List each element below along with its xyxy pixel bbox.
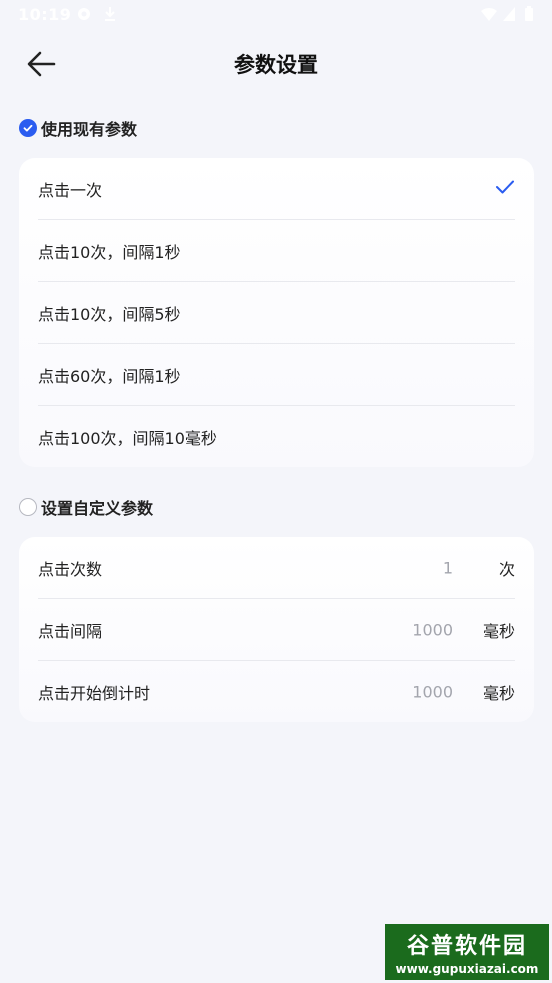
option-label: 点击100次，间隔10毫秒 xyxy=(38,428,217,448)
checkmark-icon xyxy=(495,179,515,199)
click-count-field[interactable]: 点击次数 1 次 xyxy=(38,537,515,598)
field-unit: 毫秒 xyxy=(482,683,515,703)
click-interval-field[interactable]: 点击间隔 1000 毫秒 xyxy=(38,598,515,660)
option-label: 点击60次，间隔1秒 xyxy=(38,366,181,386)
field-label: 点击开始倒计时 xyxy=(38,683,151,703)
status-time: 10:19 xyxy=(18,5,72,24)
start-countdown-field[interactable]: 点击开始倒计时 1000 毫秒 xyxy=(38,660,515,722)
field-unit: 毫秒 xyxy=(482,621,515,641)
watermark-brand: 谷普软件园 xyxy=(406,934,527,959)
preset-option-10x-1s[interactable]: 点击10次，间隔1秒 xyxy=(38,219,515,281)
field-label: 点击次数 xyxy=(38,559,103,579)
download-status-icon xyxy=(103,6,117,26)
status-bar: 10:19 xyxy=(0,0,552,30)
field-unit: 次 xyxy=(498,559,515,579)
field-label: 点击间隔 xyxy=(38,621,103,641)
preset-params-radio[interactable]: 使用现有参数 xyxy=(19,115,137,141)
option-label: 点击10次，间隔5秒 xyxy=(38,304,181,324)
site-watermark-logo: 谷普软件园 www.gupuxiazai.com xyxy=(385,924,549,980)
signal-icon xyxy=(502,6,516,26)
preset-option-once[interactable]: 点击一次 xyxy=(38,158,515,219)
option-label: 点击10次，间隔1秒 xyxy=(38,242,181,262)
preset-option-60x-1s[interactable]: 点击60次，间隔1秒 xyxy=(38,343,515,405)
radio-unchecked-icon xyxy=(19,498,37,516)
settings-status-icon xyxy=(76,6,92,26)
option-label: 点击一次 xyxy=(38,180,103,200)
custom-params-radio[interactable]: 设置自定义参数 xyxy=(19,494,153,520)
preset-option-100x-10ms[interactable]: 点击100次，间隔10毫秒 xyxy=(38,405,515,467)
custom-params-label: 设置自定义参数 xyxy=(41,499,154,518)
radio-checked-icon xyxy=(19,119,37,137)
click-count-input[interactable]: 1 xyxy=(373,558,453,577)
start-countdown-input[interactable]: 1000 xyxy=(373,682,453,701)
wifi-icon xyxy=(480,6,498,26)
preset-options-card: 点击一次 点击10次，间隔1秒 点击10次，间隔5秒 点击60次，间隔1秒 点击… xyxy=(19,158,534,467)
watermark-url: www.gupuxiazai.com xyxy=(395,962,539,976)
preset-option-10x-5s[interactable]: 点击10次，间隔5秒 xyxy=(38,281,515,343)
custom-params-card: 点击次数 1 次 点击间隔 1000 毫秒 点击开始倒计时 1000 毫秒 xyxy=(19,537,534,722)
page-title: 参数设置 xyxy=(234,53,318,77)
click-interval-input[interactable]: 1000 xyxy=(373,620,453,639)
battery-icon xyxy=(524,6,534,26)
app-header: 参数设置 xyxy=(0,34,552,94)
preset-params-label: 使用现有参数 xyxy=(41,120,138,139)
